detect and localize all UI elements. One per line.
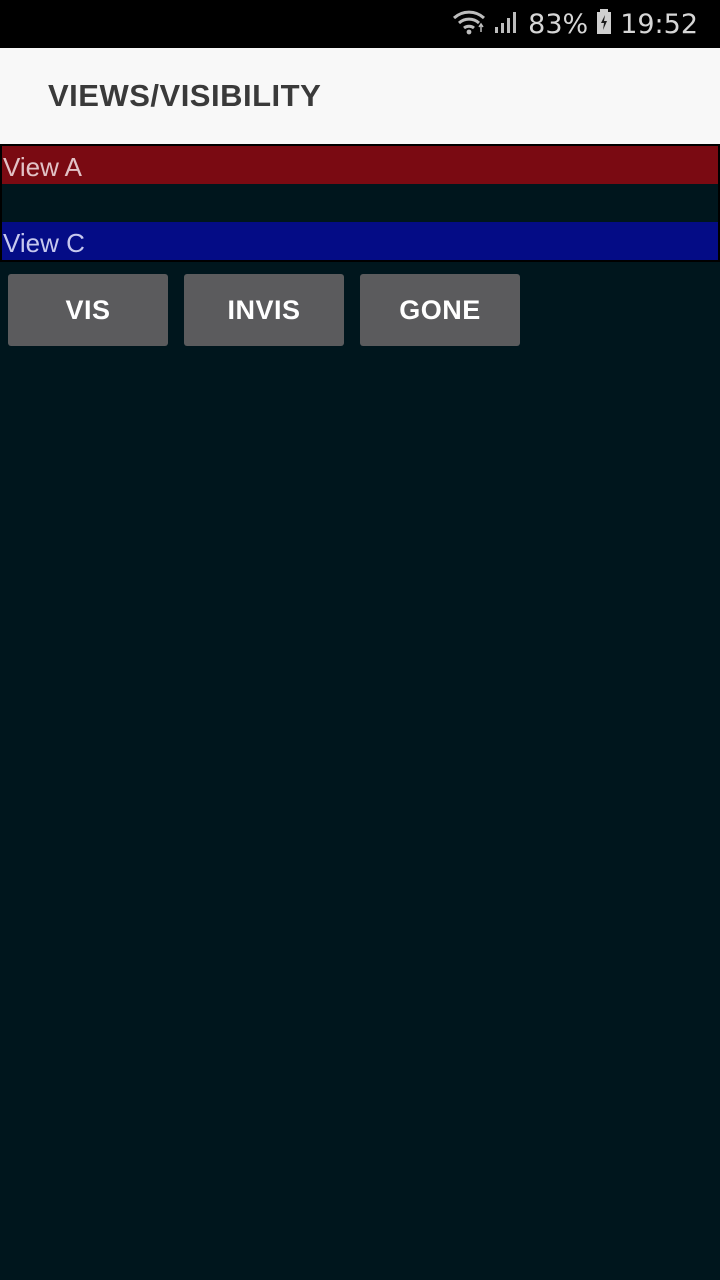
- button-row: VIS INVIS GONE: [8, 274, 520, 346]
- status-icons: 83% 19:52: [452, 0, 698, 48]
- views-container: View A View C: [0, 144, 720, 262]
- app-bar: VIEWS/VISIBILITY: [0, 48, 720, 144]
- status-bar: 83% 19:52: [0, 0, 720, 48]
- gone-button[interactable]: GONE: [360, 274, 520, 346]
- vis-button[interactable]: VIS: [8, 274, 168, 346]
- view-b-invisible: [2, 184, 718, 222]
- battery-icon: [596, 8, 612, 40]
- view-c: View C: [2, 222, 718, 260]
- clock: 19:52: [620, 8, 698, 40]
- signal-icon: [494, 10, 520, 39]
- main-content: View A View C VIS INVIS GONE: [0, 144, 720, 1280]
- page-title: VIEWS/VISIBILITY: [48, 78, 322, 113]
- battery-percent: 83%: [528, 8, 589, 40]
- wifi-icon: [452, 9, 486, 40]
- view-a: View A: [2, 146, 718, 184]
- invis-button[interactable]: INVIS: [184, 274, 344, 346]
